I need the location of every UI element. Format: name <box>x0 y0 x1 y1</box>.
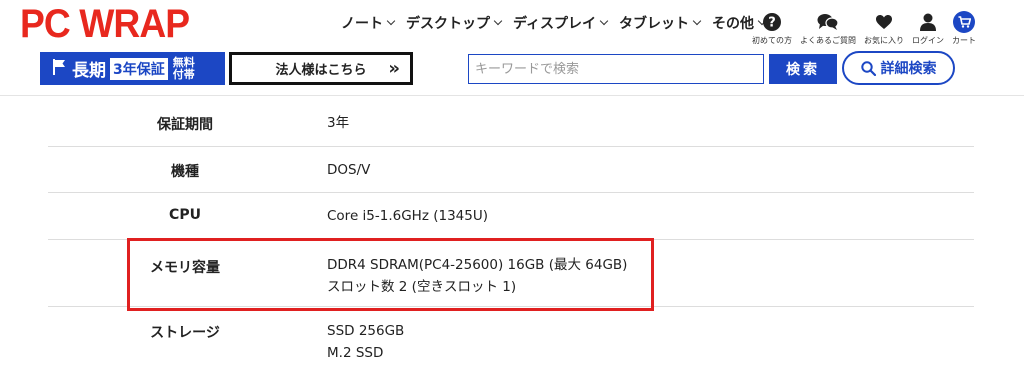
spec-value-cpu: Core i5-1.6GHz (1345U) <box>327 208 488 224</box>
nav-item-label: ディスプレイ <box>513 16 597 32</box>
table-row: 機種 DOS/V <box>48 147 974 193</box>
header-icons: ? 初めての方 よくあるご質問 お気に入り ログイン カート <box>752 11 984 46</box>
nav-item-display[interactable]: ディスプレイ <box>513 13 609 33</box>
icon-label: よくあるご質問 <box>800 36 856 45</box>
chevron-down-icon <box>493 16 503 26</box>
search-input[interactable] <box>468 54 764 84</box>
warranty-prefix: 長期 <box>72 61 106 81</box>
search-icon <box>860 60 876 76</box>
advanced-search-button[interactable]: 詳細検索 <box>842 51 955 85</box>
icon-label: カート <box>952 36 976 45</box>
spec-label-storage: ストレージ <box>150 325 220 341</box>
cart-icon <box>953 11 975 33</box>
warranty-banner[interactable]: 長期 3年保証 無料付帯 <box>40 52 225 85</box>
favorites-link[interactable]: お気に入り <box>864 12 904 46</box>
site-header: PC WRAP ノート デスクトップ ディスプレイ タブレット その他 ? 初め… <box>0 0 1024 96</box>
table-row: CPU Core i5-1.6GHz (1345U) <box>48 193 974 240</box>
cart-link[interactable]: カート <box>952 11 976 46</box>
login-link[interactable]: ログイン <box>912 12 944 46</box>
nav-item-notebook[interactable]: ノート <box>341 13 396 33</box>
flag-icon <box>52 58 66 79</box>
spec-value-line: M.2 SSD <box>327 345 384 361</box>
nav-item-label: デスクトップ <box>406 16 490 32</box>
main-nav: ノート デスクトップ ディスプレイ タブレット その他 <box>341 13 777 33</box>
table-row: ストレージ SSD 256GB M.2 SSD <box>48 307 974 377</box>
svg-text:?: ? <box>768 16 776 31</box>
spec-label-model: 機種 <box>171 164 199 180</box>
first-time-link[interactable]: ? 初めての方 <box>752 12 792 46</box>
corporate-button-label: 法人様はこちら <box>275 63 367 78</box>
help-icon: ? <box>762 12 782 32</box>
warranty-years: 3年保証 <box>110 57 168 80</box>
double-arrow-icon: » <box>388 58 400 79</box>
nav-item-tablet[interactable]: タブレット <box>619 13 702 33</box>
search-button[interactable]: 検索 <box>769 54 837 84</box>
spec-value-model: DOS/V <box>327 162 371 178</box>
spec-value-memory: DDR4 SDRAM(PC4-25600) 16GB (最大 64GB) スロッ… <box>327 254 627 298</box>
icon-label: お気に入り <box>864 36 904 45</box>
spec-value-line: SSD 256GB <box>327 323 405 339</box>
icon-label: ログイン <box>912 36 944 45</box>
chevron-down-icon <box>386 16 396 26</box>
nav-item-desktop[interactable]: デスクトップ <box>406 13 503 33</box>
faq-link[interactable]: よくあるご質問 <box>800 12 856 46</box>
spec-value-storage: SSD 256GB M.2 SSD <box>327 320 404 364</box>
spec-value-warranty: 3年 <box>327 115 350 131</box>
table-row: メモリ容量 DDR4 SDRAM(PC4-25600) 16GB (最大 64G… <box>48 240 974 307</box>
spec-value-line: スロット数 2 (空きスロット 1) <box>327 279 517 295</box>
icon-label: 初めての方 <box>752 36 792 45</box>
spec-label-memory: メモリ容量 <box>150 260 220 276</box>
warranty-free: 無料付帯 <box>172 55 195 81</box>
spec-label-warranty: 保証期間 <box>157 117 213 133</box>
advanced-search-label: 詳細検索 <box>880 61 937 77</box>
nav-item-label: ノート <box>341 16 383 32</box>
spec-value-line: DDR4 SDRAM(PC4-25600) 16GB (最大 64GB) <box>327 257 628 273</box>
nav-item-label: その他 <box>712 16 755 32</box>
chevron-down-icon <box>599 16 609 26</box>
heart-icon <box>875 12 893 32</box>
chevron-down-icon <box>692 16 702 26</box>
spec-label-cpu: CPU <box>169 207 201 223</box>
site-logo[interactable]: PC WRAP <box>20 2 190 47</box>
nav-item-label: タブレット <box>619 16 690 32</box>
table-row: 保証期間 3年 <box>48 100 974 147</box>
faq-icon <box>817 12 839 32</box>
user-icon <box>920 12 936 32</box>
corporate-button[interactable]: 法人様はこちら » <box>229 52 413 85</box>
